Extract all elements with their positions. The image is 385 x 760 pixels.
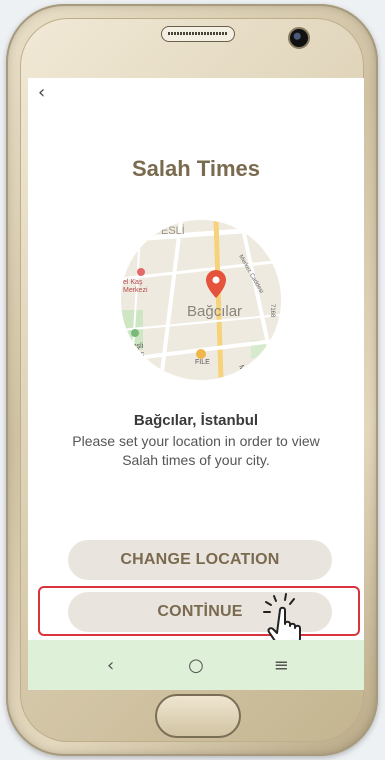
map-label: danc — [129, 351, 145, 358]
nav-home-icon[interactable]: ○ — [184, 655, 208, 676]
location-name: Bağcılar, İstanbul — [133, 412, 259, 429]
nav-menu-icon[interactable]: ≡ — [269, 655, 293, 676]
poi-marker-icon — [131, 329, 139, 337]
poi-marker-icon — [137, 268, 145, 276]
map-label: Bağcılar — [187, 303, 242, 320]
back-icon[interactable]: ‹ — [38, 84, 45, 102]
map-label: ESLİ — [161, 224, 185, 237]
map-graphic: ESLİ el Kaş Merkezi Merkez Caddesi Bağcı… — [121, 220, 281, 380]
app-screen: ‹ Salah Times ESLİ el Kaş Merkezi Merkez… — [28, 78, 364, 690]
shop-icon — [196, 349, 206, 359]
page-title: Salah Times — [132, 156, 260, 181]
nav-back-icon[interactable]: ‹ — [99, 655, 123, 676]
continue-highlight-box — [38, 586, 360, 636]
physical-home-button[interactable] — [155, 694, 241, 738]
earpiece-speaker — [161, 26, 235, 42]
front-camera — [288, 27, 310, 49]
map-label: Mah — [237, 364, 248, 379]
map-label: eneşli — [125, 343, 144, 350]
system-navbar: ‹ ○ ≡ — [28, 640, 364, 690]
map-label: el Kaş — [123, 279, 143, 286]
location-map: ESLİ el Kaş Merkezi Merkez Caddesi Bağcı… — [121, 220, 281, 380]
map-label: ta — [161, 371, 172, 380]
location-description: Please set your location in order to vie… — [72, 433, 320, 468]
change-location-button[interactable]: CHANGE LOCATION — [68, 540, 332, 580]
map-label: Merkezi — [123, 287, 148, 294]
map-label: 7168 — [269, 304, 275, 318]
